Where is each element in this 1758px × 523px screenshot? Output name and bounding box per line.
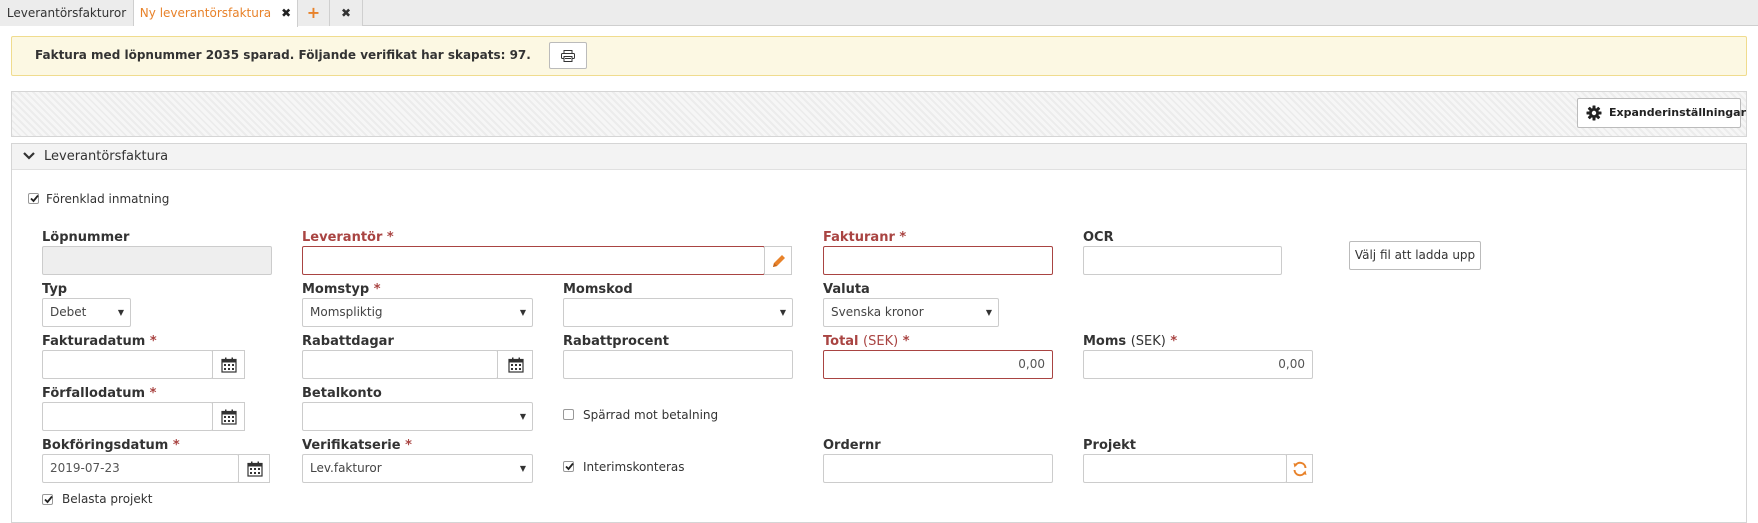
upload-file-button[interactable]: Välj fil att ladda upp — [1349, 241, 1481, 270]
tab-label: Ny leverantörsfaktura — [139, 6, 272, 20]
total-input[interactable]: 0,00 — [823, 350, 1053, 379]
projekt-input[interactable] — [1083, 454, 1287, 483]
valuta-select[interactable]: Svenska kronor ▼ — [823, 298, 999, 327]
rabattdagar-input[interactable] — [302, 350, 498, 379]
typ-value: Debet — [50, 305, 87, 319]
print-icon — [561, 50, 575, 62]
momstyp-select[interactable]: Momspliktig ▼ — [302, 298, 533, 327]
rabattdagar-label: Rabattdagar — [302, 334, 394, 349]
caret-down-icon: ▼ — [779, 308, 786, 317]
momskod-label: Momskod — [563, 282, 633, 297]
calendar-icon — [221, 357, 237, 373]
momstyp-label: Momstyp * — [302, 282, 381, 297]
total-label: Total (SEK) * — [823, 334, 910, 349]
add-tab-button[interactable]: + — [298, 0, 330, 26]
forfallodatum-input[interactable] — [42, 402, 213, 431]
caret-down-icon: ▼ — [519, 464, 526, 473]
valuta-value: Svenska kronor — [831, 305, 924, 319]
close-icon: ✖ — [340, 6, 352, 20]
fakturanr-label: Fakturanr * — [823, 230, 907, 245]
forenklad-label: Förenklad inmatning — [46, 192, 170, 206]
typ-label: Typ — [42, 282, 68, 297]
sparrad-label: Spärrad mot betalning — [583, 408, 719, 422]
notice-text: Faktura med löpnummer 2035 sparad. Följa… — [35, 48, 531, 62]
calendar-icon — [247, 461, 263, 477]
fakturanr-input[interactable] — [823, 246, 1053, 275]
verifikatserie-value: Lev.fakturor — [310, 461, 382, 475]
lopnummer-label: Löpnummer — [42, 230, 130, 245]
ordernr-label: Ordernr — [823, 438, 881, 453]
tab-ny-leverantorsfaktura[interactable]: Ny leverantörsfaktura ✖ — [134, 0, 298, 27]
expand-settings-label: Expanderinställningar — [1609, 106, 1747, 119]
forenklad-checkbox[interactable] — [28, 193, 39, 204]
moms-input[interactable]: 0,00 — [1083, 350, 1313, 379]
verifikatserie-select[interactable]: Lev.fakturor ▼ — [302, 454, 533, 483]
ocr-input[interactable] — [1083, 246, 1282, 275]
plus-icon: + — [306, 3, 321, 22]
fakturadatum-label: Fakturadatum * — [42, 334, 157, 349]
fakturadatum-input[interactable] — [42, 350, 213, 379]
check-icon — [30, 194, 39, 203]
belasta-checkbox[interactable] — [42, 494, 53, 505]
leverantor-input[interactable] — [302, 246, 765, 275]
gear-icon — [1586, 105, 1602, 121]
lopnummer-field — [42, 246, 272, 275]
momstyp-value: Momspliktig — [310, 305, 383, 319]
calendar-button[interactable] — [212, 350, 245, 379]
check-icon — [565, 462, 574, 471]
caret-down-icon: ▼ — [985, 308, 992, 317]
close-icon[interactable]: ✖ — [281, 6, 291, 20]
calendar-icon — [221, 409, 237, 425]
tab-label: Leverantörsfakturor — [6, 6, 127, 20]
caret-down-icon: ▼ — [117, 308, 124, 317]
check-icon — [44, 495, 53, 504]
calendar-button[interactable] — [497, 350, 533, 379]
calendar-button[interactable] — [238, 454, 270, 483]
belasta-label: Belasta projekt — [62, 492, 153, 506]
pencil-icon — [773, 255, 785, 267]
ordernr-input[interactable] — [823, 454, 1053, 483]
refresh-projects-button[interactable] — [1286, 454, 1313, 483]
bokforingsdatum-input[interactable]: 2019-07-23 — [42, 454, 239, 483]
settings-toolbar: Expanderinställningar — [11, 91, 1747, 137]
rabattprocent-input[interactable] — [563, 350, 793, 379]
tab-bar: Leverantörsfakturor Ny leverantörsfaktur… — [0, 0, 1758, 27]
caret-down-icon: ▼ — [519, 308, 526, 317]
sparrad-checkbox[interactable] — [563, 409, 574, 420]
rabattprocent-label: Rabattprocent — [563, 334, 669, 349]
forfallodatum-label: Förfallodatum * — [42, 386, 157, 401]
print-button[interactable] — [549, 42, 587, 69]
projekt-label: Projekt — [1083, 438, 1137, 453]
betalkonto-label: Betalkonto — [302, 386, 382, 401]
success-notice: Faktura med löpnummer 2035 sparad. Följa… — [11, 36, 1747, 76]
interimskonteras-label: Interimskonteras — [583, 460, 685, 474]
expand-settings-button[interactable]: Expanderinställningar — [1577, 98, 1746, 128]
refresh-icon — [1293, 461, 1307, 477]
bokforingsdatum-label: Bokföringsdatum * — [42, 438, 180, 453]
valuta-label: Valuta — [823, 282, 870, 297]
close-all-tabs-button[interactable]: ✖ — [330, 0, 363, 26]
edit-supplier-button[interactable] — [764, 246, 792, 275]
typ-select[interactable]: Debet ▼ — [42, 298, 131, 327]
calendar-icon — [508, 357, 524, 373]
momskod-select[interactable]: ▼ — [563, 298, 793, 327]
chevron-down-icon — [23, 152, 35, 160]
interimskonteras-checkbox[interactable] — [563, 461, 574, 472]
betalkonto-select[interactable]: ▼ — [302, 402, 533, 431]
verifikatserie-label: Verifikatserie * — [302, 438, 412, 453]
leverantor-label: Leverantör * — [302, 230, 394, 245]
calendar-button[interactable] — [212, 402, 245, 431]
caret-down-icon: ▼ — [519, 412, 526, 421]
tab-leverantorsfakturor[interactable]: Leverantörsfakturor — [0, 0, 134, 26]
moms-label: Moms (SEK) * — [1083, 334, 1178, 349]
section-title: Leverantörsfaktura — [44, 149, 169, 164]
ocr-label: OCR — [1083, 230, 1114, 245]
section-header[interactable]: Leverantörsfaktura — [12, 144, 1746, 170]
